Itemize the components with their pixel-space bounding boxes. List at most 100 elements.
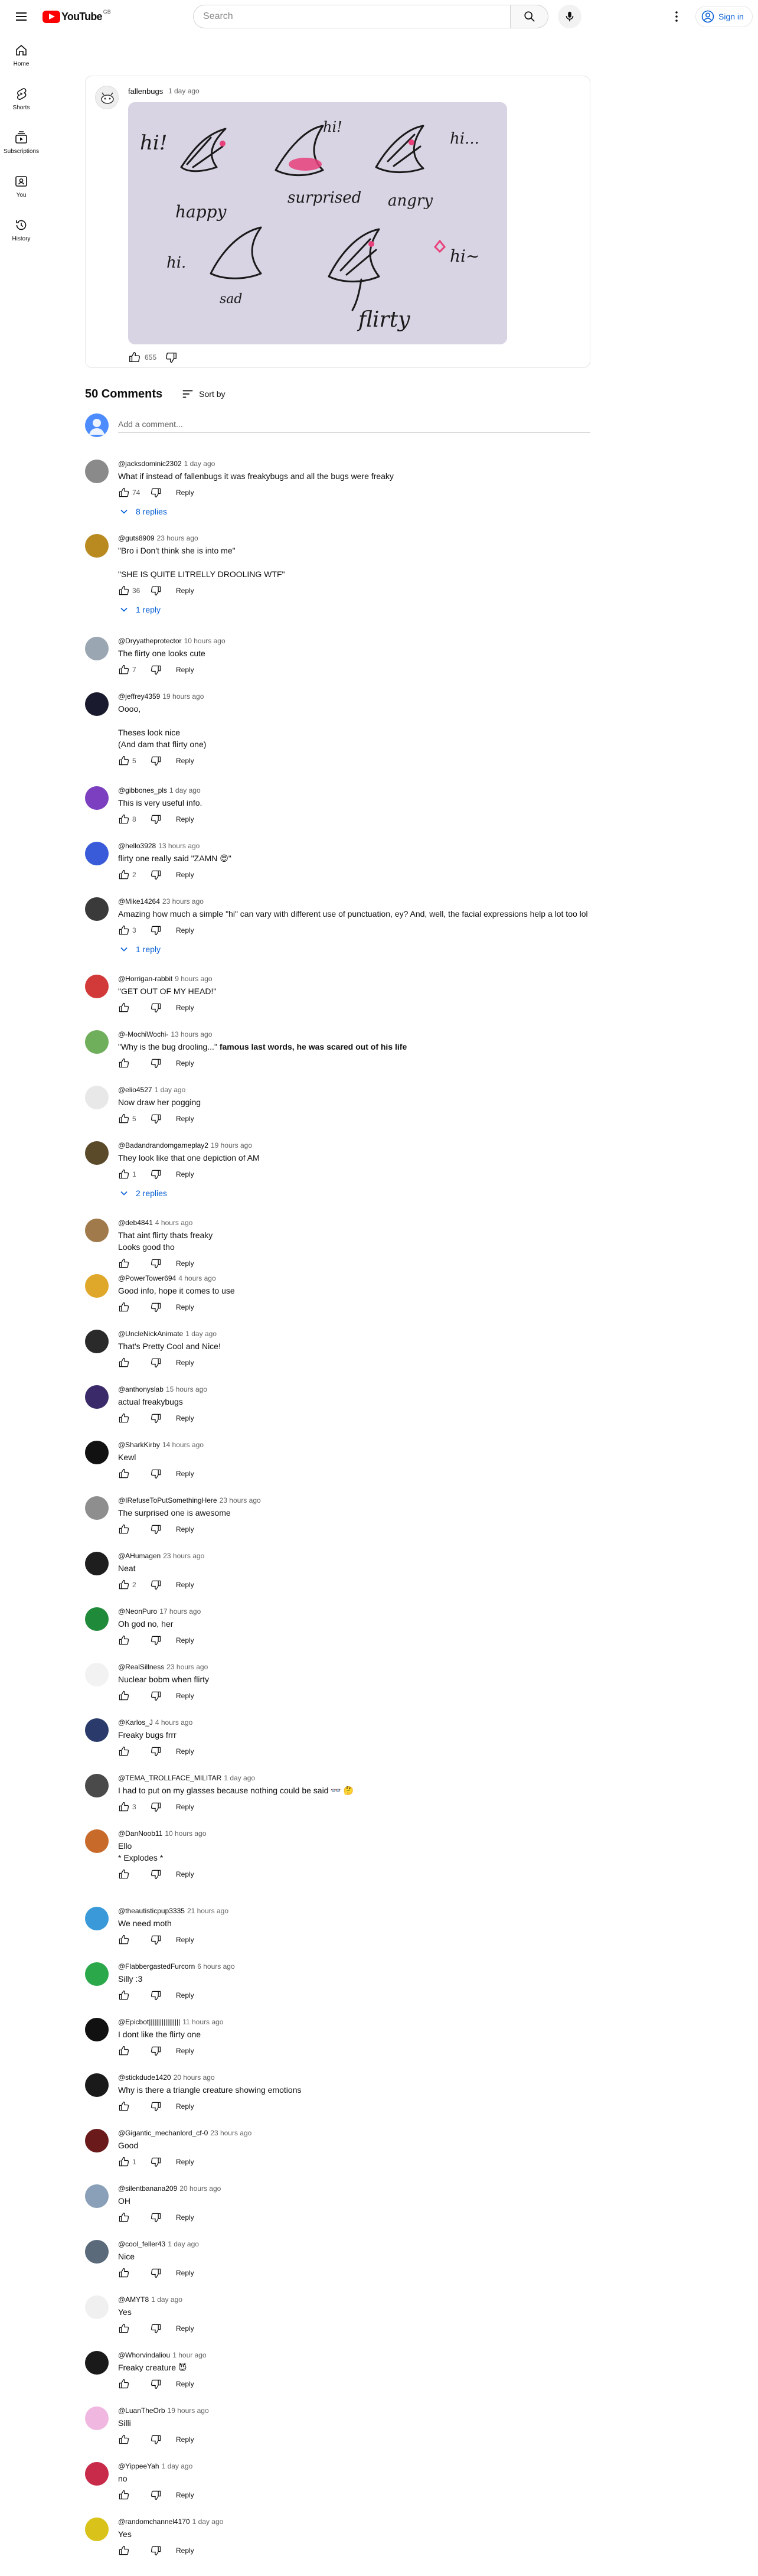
comment-like-button[interactable] <box>118 2545 130 2557</box>
comment-timestamp[interactable]: 1 day ago <box>168 2240 199 2248</box>
comment-timestamp[interactable]: 19 hours ago <box>211 1141 252 1149</box>
commenter-avatar[interactable] <box>85 2018 109 2041</box>
comment-like-button[interactable] <box>118 755 130 767</box>
comment-reply-button[interactable]: Reply <box>176 2269 194 2277</box>
comment-author[interactable]: @Gigantic_mechanlord_cf-0 <box>118 2129 208 2137</box>
comment-reply-button[interactable]: Reply <box>176 1303 194 1311</box>
comment-like-button[interactable] <box>118 1002 130 1014</box>
comment-like-button[interactable] <box>118 1057 130 1069</box>
commenter-avatar[interactable] <box>85 637 109 660</box>
comment-timestamp[interactable]: 1 hour ago <box>172 2351 206 2359</box>
comment-dislike-button[interactable] <box>150 2100 162 2112</box>
comment-dislike-button[interactable] <box>150 755 162 767</box>
commenter-avatar[interactable] <box>85 1774 109 1797</box>
comment-author[interactable]: @UncleNickAnimate <box>118 1330 183 1338</box>
comment-like-button[interactable] <box>118 2434 130 2445</box>
comment-dislike-button[interactable] <box>150 2045 162 2057</box>
comment-like-button[interactable] <box>118 2323 130 2334</box>
comment-author[interactable]: @NeonPuro <box>118 1607 157 1616</box>
comment-dislike-button[interactable] <box>150 2323 162 2334</box>
comment-timestamp[interactable]: 19 hours ago <box>162 692 204 701</box>
comment-author[interactable]: @Horrigan-rabbit <box>118 975 172 983</box>
comment-author[interactable]: @jeffrey4359 <box>118 692 160 701</box>
commenter-avatar[interactable] <box>85 842 109 865</box>
comment-timestamp[interactable]: 23 hours ago <box>157 534 198 542</box>
comment-dislike-button[interactable] <box>150 2378 162 2390</box>
commenter-avatar[interactable] <box>85 1141 109 1165</box>
comment-reply-button[interactable]: Reply <box>176 815 194 823</box>
comment-like-button[interactable] <box>118 924 130 936</box>
comment-reply-button[interactable]: Reply <box>176 1259 194 1268</box>
comment-author[interactable]: @TEMA_TROLLFACE_MILITAR <box>118 1774 221 1782</box>
comment-timestamp[interactable]: 1 day ago <box>224 1774 255 1782</box>
commenter-avatar[interactable] <box>85 1718 109 1742</box>
comment-author[interactable]: @LuanTheOrb <box>118 2406 165 2415</box>
comment-timestamp[interactable]: 1 day ago <box>151 2295 182 2304</box>
comment-reply-button[interactable]: Reply <box>176 2324 194 2333</box>
comment-dislike-button[interactable] <box>150 2434 162 2445</box>
comment-dislike-button[interactable] <box>150 1801 162 1813</box>
comment-timestamp[interactable]: 1 day ago <box>184 460 215 468</box>
view-replies-button[interactable]: 1 reply <box>118 941 161 958</box>
comment-timestamp[interactable]: 23 hours ago <box>163 1552 204 1560</box>
comment-timestamp[interactable]: 4 hours ago <box>155 1219 192 1227</box>
commenter-avatar[interactable] <box>85 975 109 998</box>
comment-author[interactable]: @Epicbot||||||||||||||||| <box>118 2018 180 2026</box>
comment-author[interactable]: @silentbanana209 <box>118 2184 177 2193</box>
comment-dislike-button[interactable] <box>150 1113 162 1125</box>
view-replies-button[interactable]: 2 replies <box>118 1185 167 1201</box>
comment-author[interactable]: @AHumagen <box>118 1552 161 1560</box>
comment-author[interactable]: @deb4841 <box>118 1219 153 1227</box>
comment-dislike-button[interactable] <box>150 1301 162 1313</box>
comment-like-button[interactable] <box>118 585 130 597</box>
commenter-avatar[interactable] <box>85 1086 109 1109</box>
comment-dislike-button[interactable] <box>150 1057 162 1069</box>
comment-dislike-button[interactable] <box>150 813 162 825</box>
comment-author[interactable]: @-MochiWochi- <box>118 1030 168 1038</box>
comment-dislike-button[interactable] <box>150 1868 162 1880</box>
guide-item-history[interactable]: History <box>2 208 40 252</box>
comment-like-button[interactable] <box>118 1868 130 1880</box>
comment-like-button[interactable] <box>118 1412 130 1424</box>
comment-author[interactable]: @cool_feller43 <box>118 2240 165 2248</box>
comment-reply-button[interactable]: Reply <box>176 1359 194 1367</box>
comment-reply-button[interactable]: Reply <box>176 1004 194 1012</box>
comment-like-button[interactable] <box>118 869 130 881</box>
comment-like-button[interactable] <box>118 1801 130 1813</box>
comment-author[interactable]: @FlabbergastedFurcorn <box>118 1962 195 1971</box>
commenter-avatar[interactable] <box>85 692 109 716</box>
sign-in-button[interactable]: Sign in <box>695 6 753 27</box>
comment-author[interactable]: @DanNoob11 <box>118 1829 162 1838</box>
comment-like-button[interactable] <box>118 487 130 499</box>
comment-reply-button[interactable]: Reply <box>176 757 194 765</box>
comment-like-button[interactable] <box>118 2267 130 2279</box>
comment-timestamp[interactable]: 4 hours ago <box>178 1274 215 1282</box>
comment-timestamp[interactable]: 4 hours ago <box>155 1718 192 1727</box>
comment-timestamp[interactable]: 19 hours ago <box>168 2406 209 2415</box>
view-replies-button[interactable]: 1 reply <box>118 601 161 618</box>
settings-menu-button[interactable] <box>665 5 688 28</box>
comment-timestamp[interactable]: 1 day ago <box>155 1086 186 1094</box>
comment-timestamp[interactable]: 23 hours ago <box>210 2129 251 2137</box>
comment-timestamp[interactable]: 15 hours ago <box>166 1385 207 1393</box>
comment-timestamp[interactable]: 13 hours ago <box>158 842 200 850</box>
comment-dislike-button[interactable] <box>150 1357 162 1369</box>
comment-dislike-button[interactable] <box>150 1002 162 1014</box>
comment-reply-button[interactable]: Reply <box>176 871 194 879</box>
commenter-avatar[interactable] <box>85 1962 109 1986</box>
comment-timestamp[interactable]: 10 hours ago <box>165 1829 206 1838</box>
comment-reply-button[interactable]: Reply <box>176 1470 194 1478</box>
commenter-avatar[interactable] <box>85 2462 109 2486</box>
comment-author[interactable]: @anthonyslab <box>118 1385 164 1393</box>
comment-timestamp[interactable]: 10 hours ago <box>184 637 226 645</box>
comment-reply-button[interactable]: Reply <box>176 2435 194 2444</box>
comment-like-button[interactable] <box>118 1579 130 1591</box>
commenter-avatar[interactable] <box>85 1330 109 1353</box>
commenter-avatar[interactable] <box>85 786 109 810</box>
commenter-avatar[interactable] <box>85 1496 109 1520</box>
comment-timestamp[interactable]: 20 hours ago <box>179 2184 221 2193</box>
comment-author[interactable]: @jacksdominic2302 <box>118 460 182 468</box>
comment-author[interactable]: @Badandrandomgameplay2 <box>118 1141 208 1149</box>
comment-dislike-button[interactable] <box>150 1579 162 1591</box>
commenter-avatar[interactable] <box>85 1907 109 1930</box>
